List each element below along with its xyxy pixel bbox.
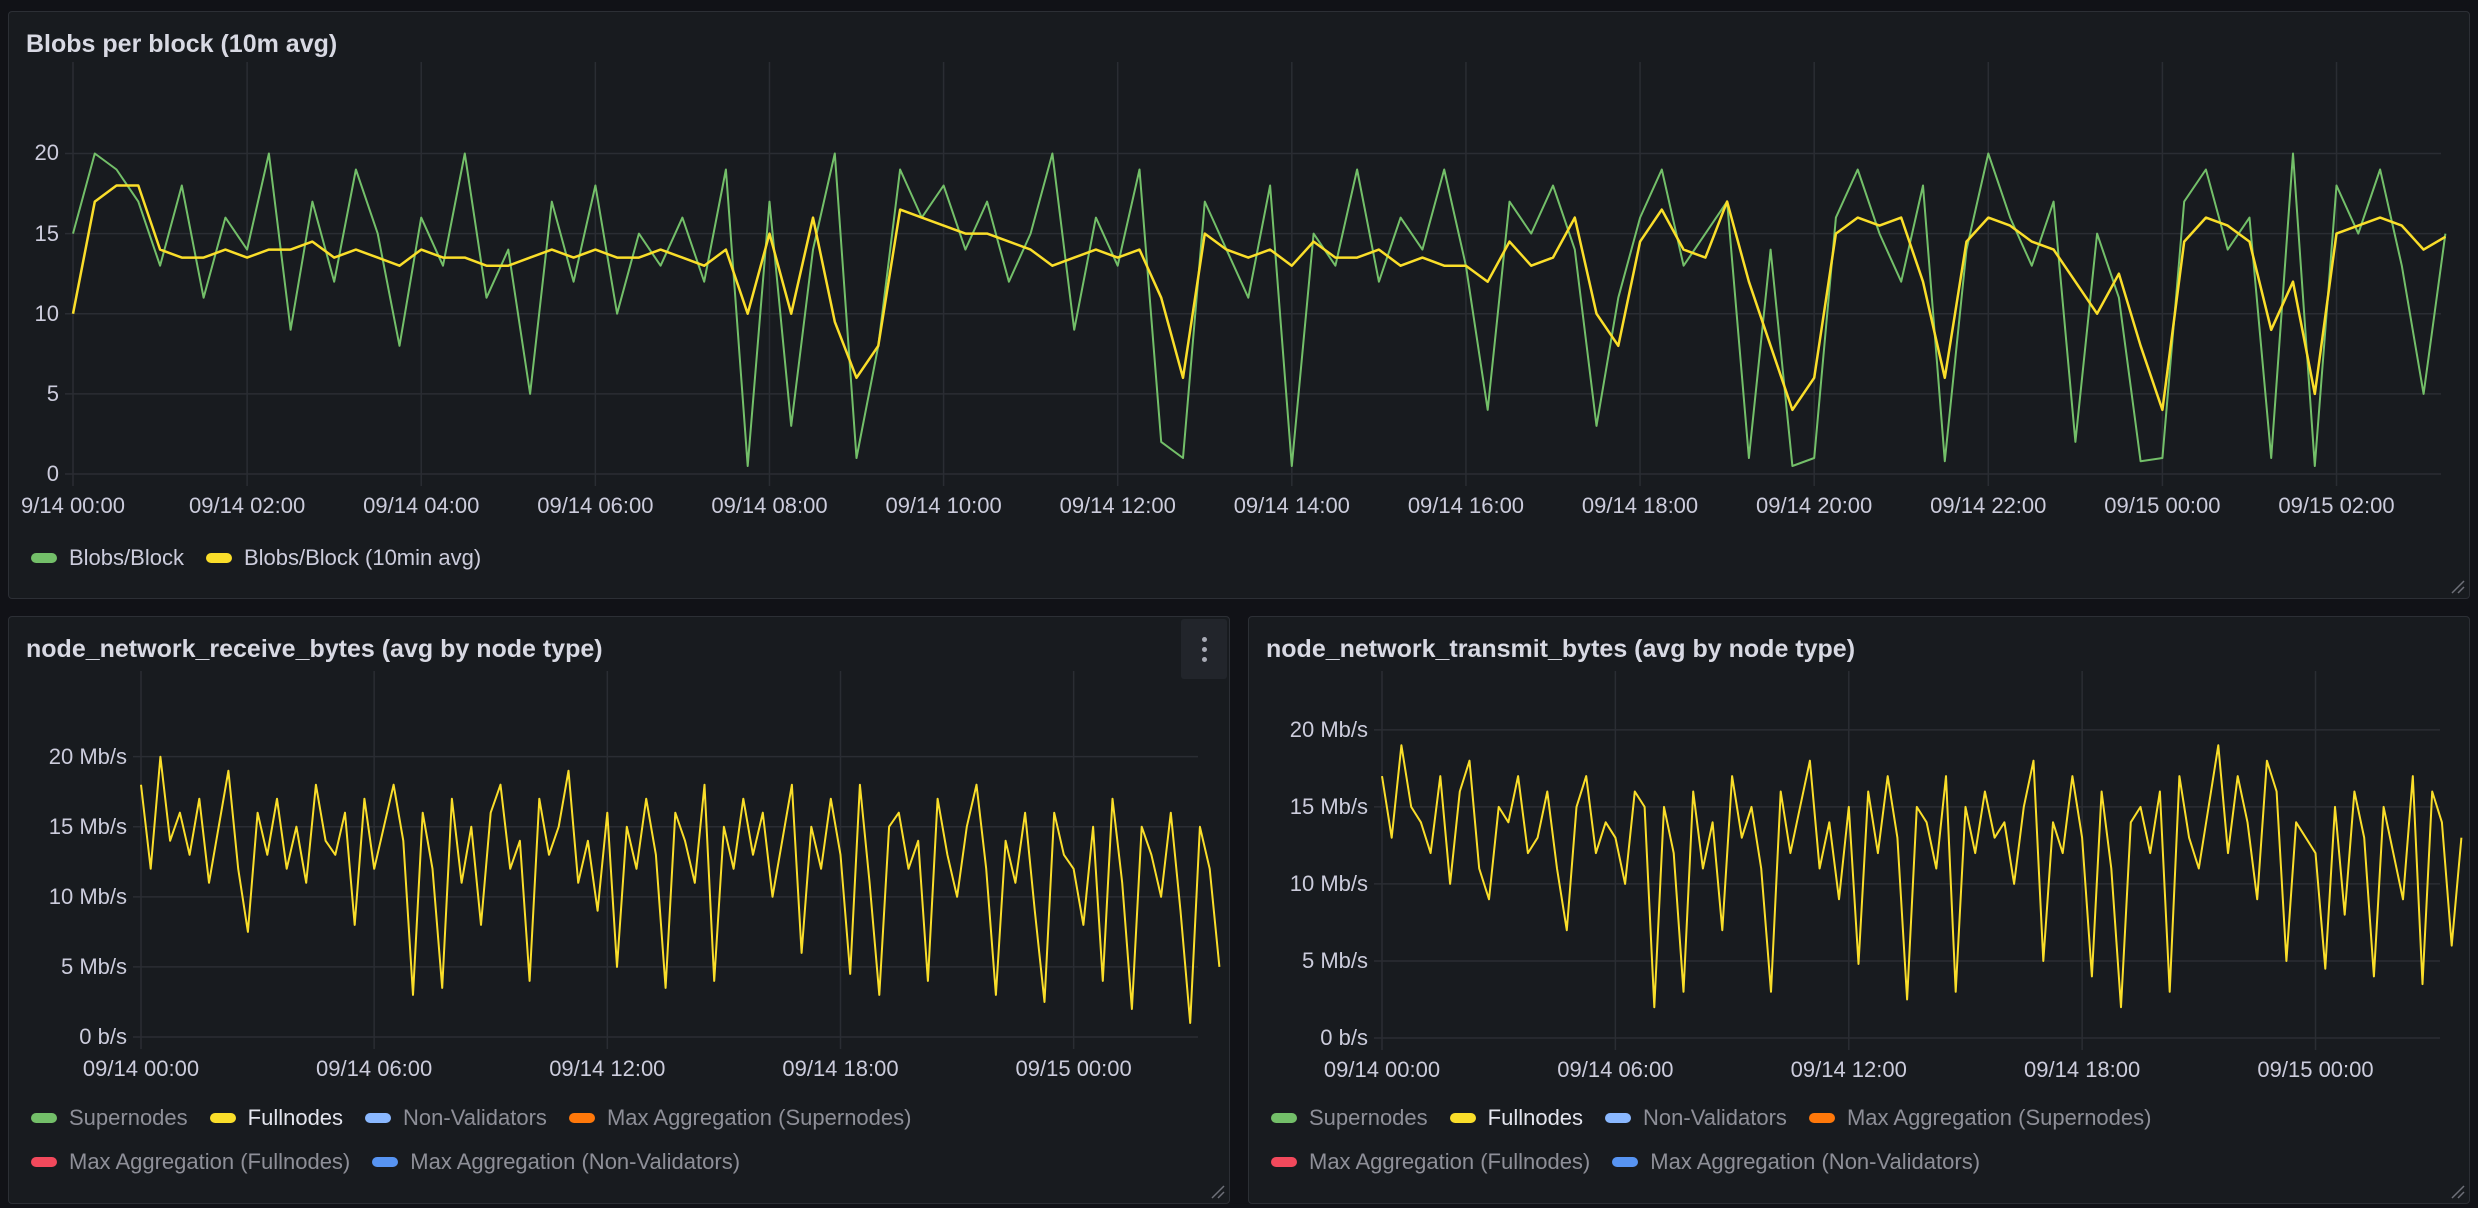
legend-item-fullnodes[interactable]: Fullnodes	[210, 1105, 343, 1131]
chart-legend: Supernodes Fullnodes Non-Validators Max …	[1271, 1105, 2421, 1175]
x-tick-label: 09/14 18:00	[782, 1056, 898, 1082]
series-color-swatch	[31, 1113, 57, 1123]
legend-label: Blobs/Block (10min avg)	[244, 545, 481, 571]
x-tick-label: 09/15 00:00	[1016, 1056, 1132, 1082]
series-color-swatch	[31, 553, 57, 563]
kebab-dot	[1202, 647, 1207, 652]
y-tick-label: 15 Mb/s	[49, 814, 127, 840]
x-tick-label: 09/14 12:00	[1060, 493, 1176, 519]
y-tick-label: 10 Mb/s	[49, 884, 127, 910]
y-tick-label: 5 Mb/s	[1302, 948, 1368, 974]
x-tick-label: 09/14 00:00	[83, 1056, 199, 1082]
legend-item-max-aggregation-fullnodes[interactable]: Max Aggregation (Fullnodes)	[1271, 1149, 1590, 1175]
network-receive-panel: node_network_receive_bytes (avg by node …	[8, 616, 1230, 1204]
legend-label: Max Aggregation (Non-Validators)	[1650, 1149, 1980, 1175]
legend-item-blobs-per-block[interactable]: Blobs/Block	[31, 545, 184, 571]
x-tick-label: 09/14 22:00	[1930, 493, 2046, 519]
legend-item-non-validators[interactable]: Non-Validators	[365, 1105, 547, 1131]
legend-item-blobs-per-block-avg[interactable]: Blobs/Block (10min avg)	[206, 545, 481, 571]
network-transmit-panel: node_network_transmit_bytes (avg by node…	[1248, 616, 2470, 1204]
x-tick-label: 09/14 02:00	[189, 493, 305, 519]
x-tick-label: 09/14 16:00	[1408, 493, 1524, 519]
x-tick-label: 09/14 10:00	[885, 493, 1001, 519]
legend-item-supernodes[interactable]: Supernodes	[31, 1105, 188, 1131]
kebab-menu-icon	[1202, 637, 1207, 642]
legend-label: Supernodes	[1309, 1105, 1428, 1131]
panel-title[interactable]: Blobs per block (10m avg)	[26, 30, 337, 59]
legend-label: Blobs/Block	[69, 545, 184, 571]
x-tick-label: 9/14 00:00	[21, 493, 125, 519]
kebab-dot	[1202, 657, 1207, 662]
legend-label: Supernodes	[69, 1105, 188, 1131]
series-color-swatch	[1271, 1157, 1297, 1167]
series-color-swatch	[1605, 1113, 1631, 1123]
series-color-swatch	[1612, 1157, 1638, 1167]
legend-label: Max Aggregation (Supernodes)	[607, 1105, 912, 1131]
legend-label: Max Aggregation (Fullnodes)	[69, 1149, 350, 1175]
x-tick-label: 09/15 02:00	[2278, 493, 2394, 519]
x-tick-label: 09/14 18:00	[1582, 493, 1698, 519]
legend-label: Non-Validators	[1643, 1105, 1787, 1131]
x-tick-label: 09/14 06:00	[1557, 1057, 1673, 1083]
y-tick-label: 20 Mb/s	[1290, 717, 1368, 743]
legend-label: Fullnodes	[1488, 1105, 1583, 1131]
panel-title[interactable]: node_network_receive_bytes (avg by node …	[26, 635, 603, 664]
series-color-swatch	[31, 1157, 57, 1167]
series-color-swatch	[372, 1157, 398, 1167]
legend-item-max-aggregation-fullnodes[interactable]: Max Aggregation (Fullnodes)	[31, 1149, 350, 1175]
x-tick-label: 09/14 20:00	[1756, 493, 1872, 519]
series-color-swatch	[210, 1113, 236, 1123]
x-tick-label: 09/14 06:00	[316, 1056, 432, 1082]
y-tick-label: 10	[35, 301, 59, 327]
y-tick-label: 0 b/s	[79, 1024, 127, 1050]
x-tick-label: 09/15 00:00	[2104, 493, 2220, 519]
y-tick-label: 20	[35, 140, 59, 166]
legend-item-max-aggregation-non-validators[interactable]: Max Aggregation (Non-Validators)	[1612, 1149, 1980, 1175]
x-tick-label: 09/14 14:00	[1234, 493, 1350, 519]
series-color-swatch	[206, 553, 232, 563]
resize-handle-icon[interactable]	[2447, 1181, 2465, 1199]
series-color-swatch	[1809, 1113, 1835, 1123]
y-tick-label: 15 Mb/s	[1290, 794, 1368, 820]
panel-title[interactable]: node_network_transmit_bytes (avg by node…	[1266, 635, 1855, 664]
x-tick-label: 09/14 00:00	[1324, 1057, 1440, 1083]
x-tick-label: 09/14 04:00	[363, 493, 479, 519]
x-tick-label: 09/14 12:00	[549, 1056, 665, 1082]
legend-label: Fullnodes	[248, 1105, 343, 1131]
y-tick-label: 0	[47, 461, 59, 487]
y-tick-label: 20 Mb/s	[49, 744, 127, 770]
resize-handle-icon[interactable]	[2447, 576, 2465, 594]
legend-item-max-aggregation-supernodes[interactable]: Max Aggregation (Supernodes)	[569, 1105, 912, 1131]
y-tick-label: 15	[35, 221, 59, 247]
legend-label: Max Aggregation (Non-Validators)	[410, 1149, 740, 1175]
legend-item-fullnodes[interactable]: Fullnodes	[1450, 1105, 1583, 1131]
series-color-swatch	[1271, 1113, 1297, 1123]
legend-item-max-aggregation-supernodes[interactable]: Max Aggregation (Supernodes)	[1809, 1105, 2152, 1131]
y-tick-label: 10 Mb/s	[1290, 871, 1368, 897]
x-tick-label: 09/14 08:00	[711, 493, 827, 519]
x-tick-label: 09/14 18:00	[2024, 1057, 2140, 1083]
legend-label: Max Aggregation (Fullnodes)	[1309, 1149, 1590, 1175]
panel-menu-button[interactable]	[1181, 619, 1227, 679]
chart-legend: Supernodes Fullnodes Non-Validators Max …	[31, 1105, 1181, 1175]
legend-item-supernodes[interactable]: Supernodes	[1271, 1105, 1428, 1131]
chart-legend: Blobs/Block Blobs/Block (10min avg)	[31, 545, 481, 571]
y-tick-label: 5	[47, 381, 59, 407]
legend-item-max-aggregation-non-validators[interactable]: Max Aggregation (Non-Validators)	[372, 1149, 740, 1175]
y-tick-label: 5 Mb/s	[61, 954, 127, 980]
legend-item-non-validators[interactable]: Non-Validators	[1605, 1105, 1787, 1131]
x-tick-label: 09/14 06:00	[537, 493, 653, 519]
x-tick-label: 09/15 00:00	[2257, 1057, 2373, 1083]
legend-label: Non-Validators	[403, 1105, 547, 1131]
series-color-swatch	[1450, 1113, 1476, 1123]
legend-label: Max Aggregation (Supernodes)	[1847, 1105, 2152, 1131]
series-color-swatch	[365, 1113, 391, 1123]
x-tick-label: 09/14 12:00	[1791, 1057, 1907, 1083]
y-tick-label: 0 b/s	[1320, 1025, 1368, 1051]
resize-handle-icon[interactable]	[1207, 1181, 1225, 1199]
series-color-swatch	[569, 1113, 595, 1123]
